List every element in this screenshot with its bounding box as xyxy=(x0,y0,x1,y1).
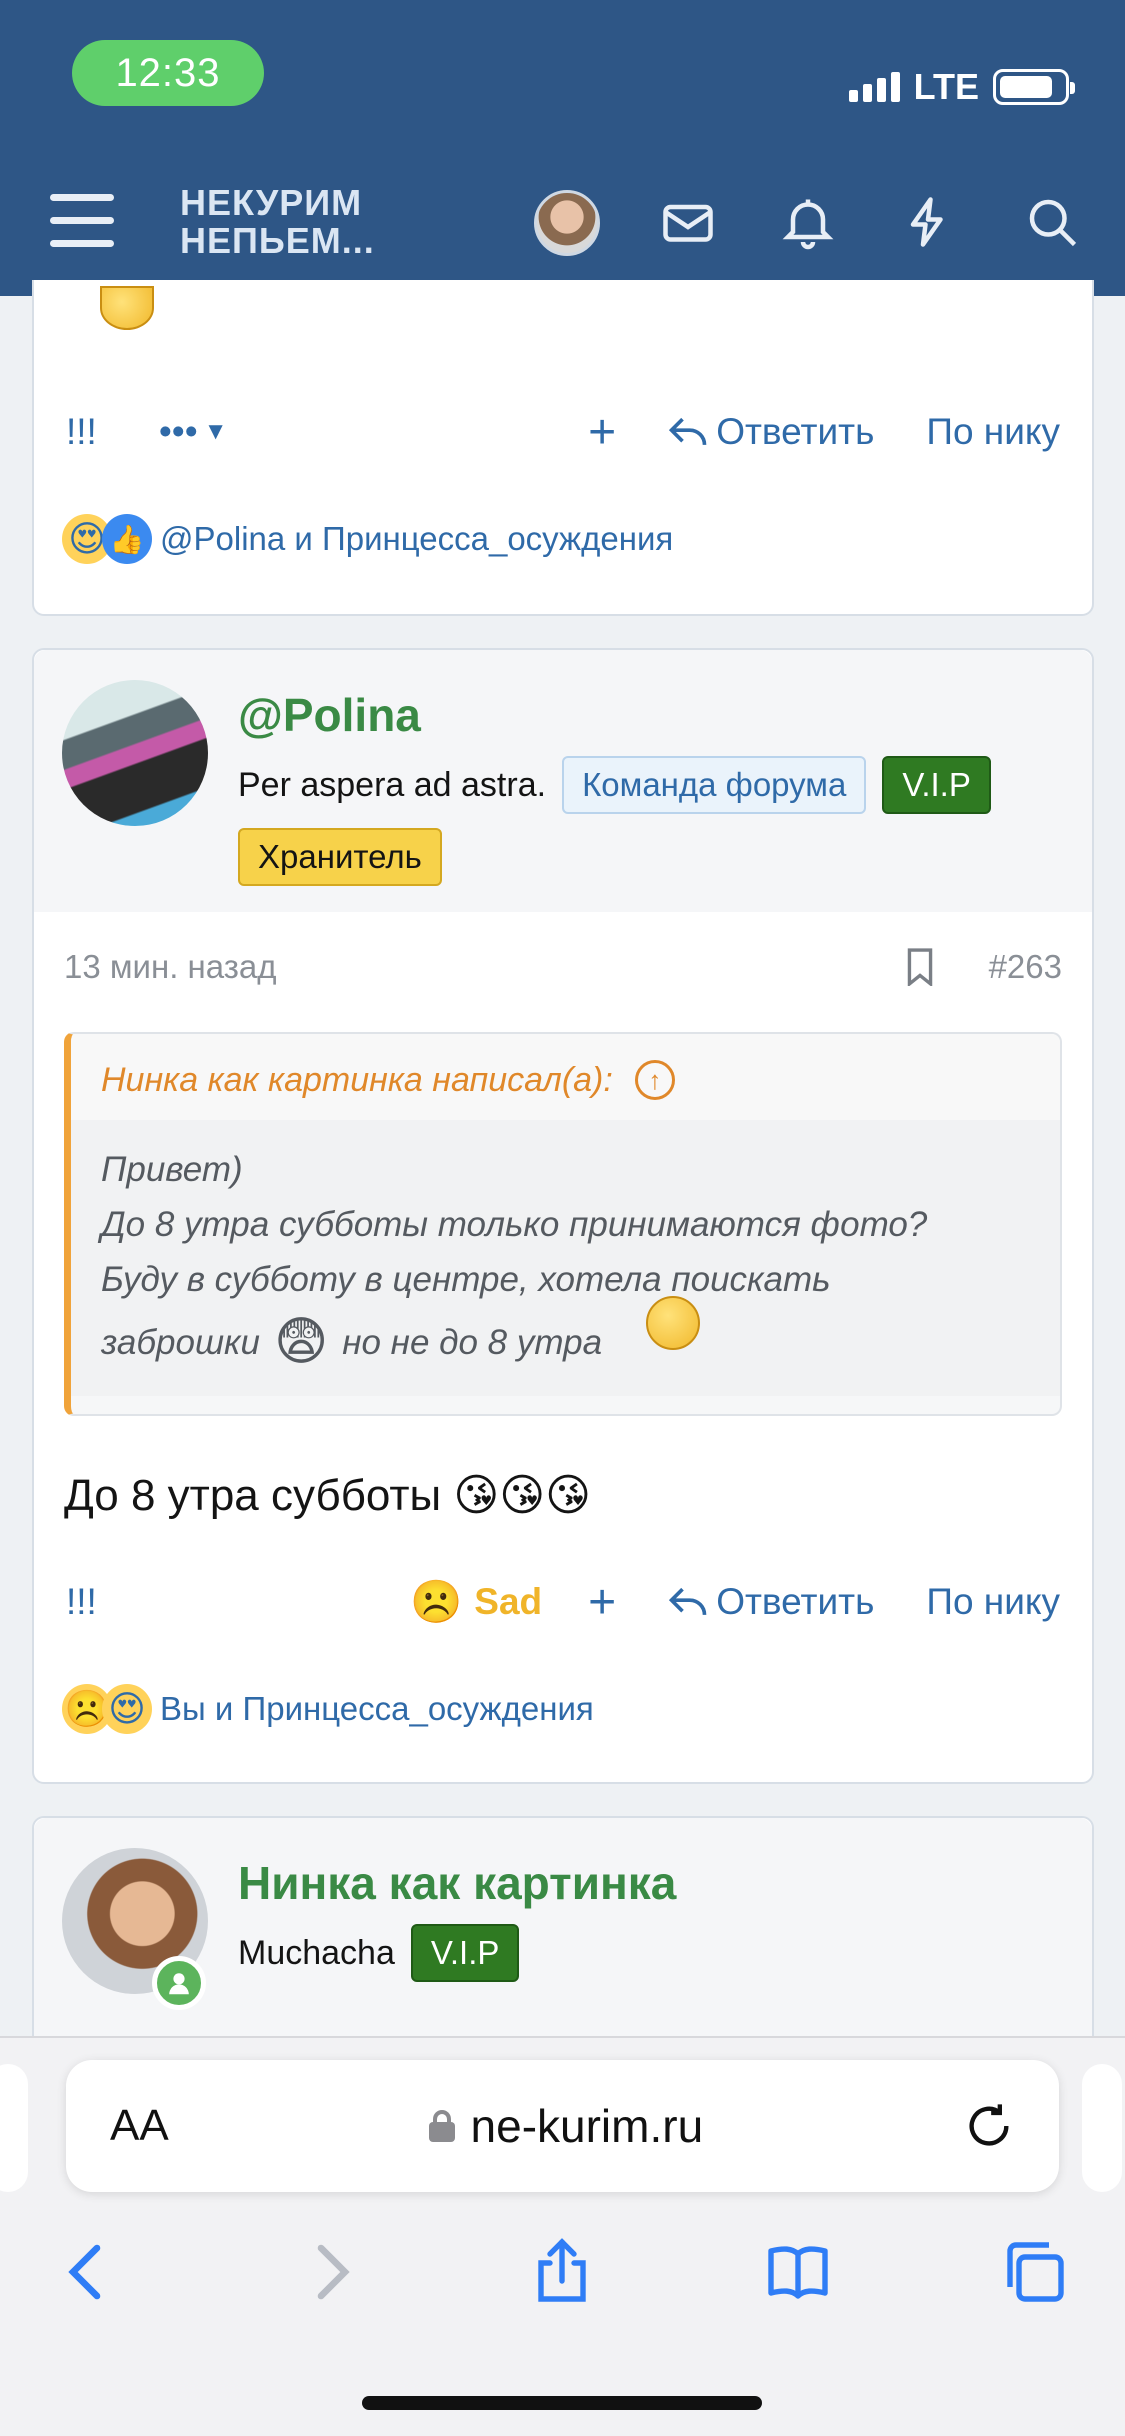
reactions-summary[interactable]: ☹️ 😍 Вы и Принцесса_осуждения xyxy=(62,1684,594,1734)
post-text: До 8 утра субботы xyxy=(64,1471,442,1520)
back-icon[interactable] xyxy=(52,2236,124,2308)
author-badges: Muchacha V.I.P xyxy=(238,1924,520,1982)
author-name[interactable]: Нинка как картинка xyxy=(238,1856,676,1910)
quote-text: заброшки xyxy=(101,1323,261,1362)
reply-icon xyxy=(669,1587,707,1615)
author-badges: Per aspera ad astra. Команда форума V.I.… xyxy=(238,756,1078,886)
mark-button[interactable]: !!! xyxy=(66,411,97,453)
arrow-up-icon[interactable]: ↑ xyxy=(634,1060,675,1100)
worried-emoji-icon: 😨 xyxy=(274,1313,329,1371)
sad-reaction-button[interactable]: ☹️ Sad xyxy=(410,1578,542,1627)
text-size-button[interactable]: AA xyxy=(110,2101,169,2151)
logo-line-2: НЕПЬЕМ... xyxy=(180,220,375,261)
site-logo[interactable]: НЕКУРИМ НЕПЬЕМ... xyxy=(180,184,375,260)
post-card: !!! ••• ▼ + Ответить По нику 😍 👍 @Polina… xyxy=(32,280,1094,616)
emoji-icon xyxy=(100,286,154,330)
kiss-emoji-icon: 😘😘😘 xyxy=(453,1471,592,1520)
search-icon[interactable] xyxy=(1022,192,1082,252)
post-actions: !!! ••• ▼ + Ответить По нику xyxy=(66,402,1060,462)
badge-keeper: Хранитель xyxy=(238,828,442,886)
lock-icon xyxy=(428,2110,455,2142)
post-time[interactable]: 13 мин. назад xyxy=(64,948,277,986)
add-reaction-button[interactable]: + xyxy=(588,1575,616,1630)
mail-icon[interactable] xyxy=(658,192,718,252)
mark-button[interactable]: !!! xyxy=(66,1581,97,1623)
badge-vip: V.I.P xyxy=(882,756,991,814)
quote-block: Нинка как картинка написал(а): ↑ Привет)… xyxy=(64,1032,1062,1416)
reactions-summary[interactable]: 😍 👍 @Polina и Принцесса_осуждения xyxy=(62,514,673,564)
logo-line-1: НЕКУРИМ xyxy=(180,182,363,223)
signal-icon xyxy=(848,72,900,102)
reply-button[interactable]: Ответить xyxy=(666,411,874,453)
home-indicator[interactable] xyxy=(362,2396,762,2410)
network-label: LTE xyxy=(913,66,979,107)
tabs-icon[interactable] xyxy=(998,2236,1070,2308)
love-eyes-icon: 😍 xyxy=(102,1684,152,1734)
status-time: 12:33 xyxy=(72,40,264,106)
lightning-icon[interactable] xyxy=(898,192,958,252)
share-icon[interactable] xyxy=(526,2236,598,2308)
user-avatar[interactable] xyxy=(534,190,600,256)
next-tab-preview[interactable] xyxy=(1082,2064,1122,2192)
battery-icon xyxy=(993,69,1075,105)
like-icon: 👍 xyxy=(102,514,152,564)
post-meta: 13 мин. назад #263 xyxy=(64,948,1062,986)
bell-icon[interactable] xyxy=(778,192,838,252)
badge-team: Команда форума xyxy=(562,756,867,814)
chevron-down-icon: ▼ xyxy=(203,418,228,445)
reactions-text: @Polina и Принцесса_осуждения xyxy=(160,520,674,557)
quote-body: Привет) До 8 утра субботы только принима… xyxy=(71,1120,1060,1396)
author-name[interactable]: @Polina xyxy=(238,688,421,742)
app-header: 12:33 LTE НЕКУРИМ НЕПЬЕМ... xyxy=(0,0,1125,296)
reactions-text: Вы и Принцесса_осуждения xyxy=(160,1690,594,1727)
status-indicators: LTE xyxy=(848,66,1075,108)
quote-line: Буду в субботу в центре, хотела поискать xyxy=(101,1260,831,1299)
post-card: @Polina Per aspera ad astra. Команда фор… xyxy=(32,648,1094,1784)
sad-face-icon: ☹️ xyxy=(410,1577,463,1625)
reply-button[interactable]: Ответить xyxy=(666,1581,874,1623)
reply-label: Ответить xyxy=(716,411,875,452)
reply-label: Ответить xyxy=(716,1581,875,1622)
badge-vip: V.I.P xyxy=(410,1924,520,1982)
online-status-icon xyxy=(152,1956,206,2010)
previous-tab-preview[interactable] xyxy=(0,2064,28,2192)
post-actions: !!! ☹️ Sad + Ответить По нику xyxy=(66,1572,1060,1632)
address-bar[interactable]: AA ne-kurim.ru xyxy=(66,2060,1059,2192)
reload-icon[interactable] xyxy=(963,2100,1015,2152)
forward-icon[interactable] xyxy=(294,2236,366,2308)
bookmarks-icon[interactable] xyxy=(762,2236,834,2308)
devil-emoji-icon xyxy=(646,1295,701,1350)
url-text: ne-kurim.ru xyxy=(470,2100,704,2152)
quote-author: Нинка как картинка написал(а): xyxy=(101,1060,613,1099)
sad-label: Sad xyxy=(474,1581,543,1622)
author-title: Muchacha xyxy=(238,1933,395,1972)
more-button[interactable]: ••• ▼ xyxy=(159,411,228,453)
bookmark-icon[interactable] xyxy=(905,948,935,986)
author-avatar[interactable] xyxy=(62,680,208,826)
more-label: ••• xyxy=(158,411,198,452)
author-title: Per aspera ad astra. xyxy=(238,765,547,804)
quote-text: но не до 8 утра xyxy=(342,1323,603,1362)
quote-line: заброшки 😨 но не до 8 утра xyxy=(101,1295,1030,1371)
quote-line: Привет) xyxy=(101,1150,243,1189)
quote-header[interactable]: Нинка как картинка написал(а): ↑ xyxy=(71,1034,1060,1120)
post-number[interactable]: #263 xyxy=(989,948,1062,986)
post-content: До 8 утра субботы 😘😘😘 xyxy=(64,1470,591,1521)
by-nick-button[interactable]: По нику xyxy=(926,411,1060,453)
by-nick-button[interactable]: По нику xyxy=(926,1581,1060,1623)
add-reaction-button[interactable]: + xyxy=(588,405,616,460)
url-display[interactable]: ne-kurim.ru xyxy=(169,2099,963,2153)
menu-button[interactable] xyxy=(50,194,114,250)
reply-icon xyxy=(669,417,707,445)
quote-line: До 8 утра субботы только принимаются фот… xyxy=(101,1205,928,1244)
